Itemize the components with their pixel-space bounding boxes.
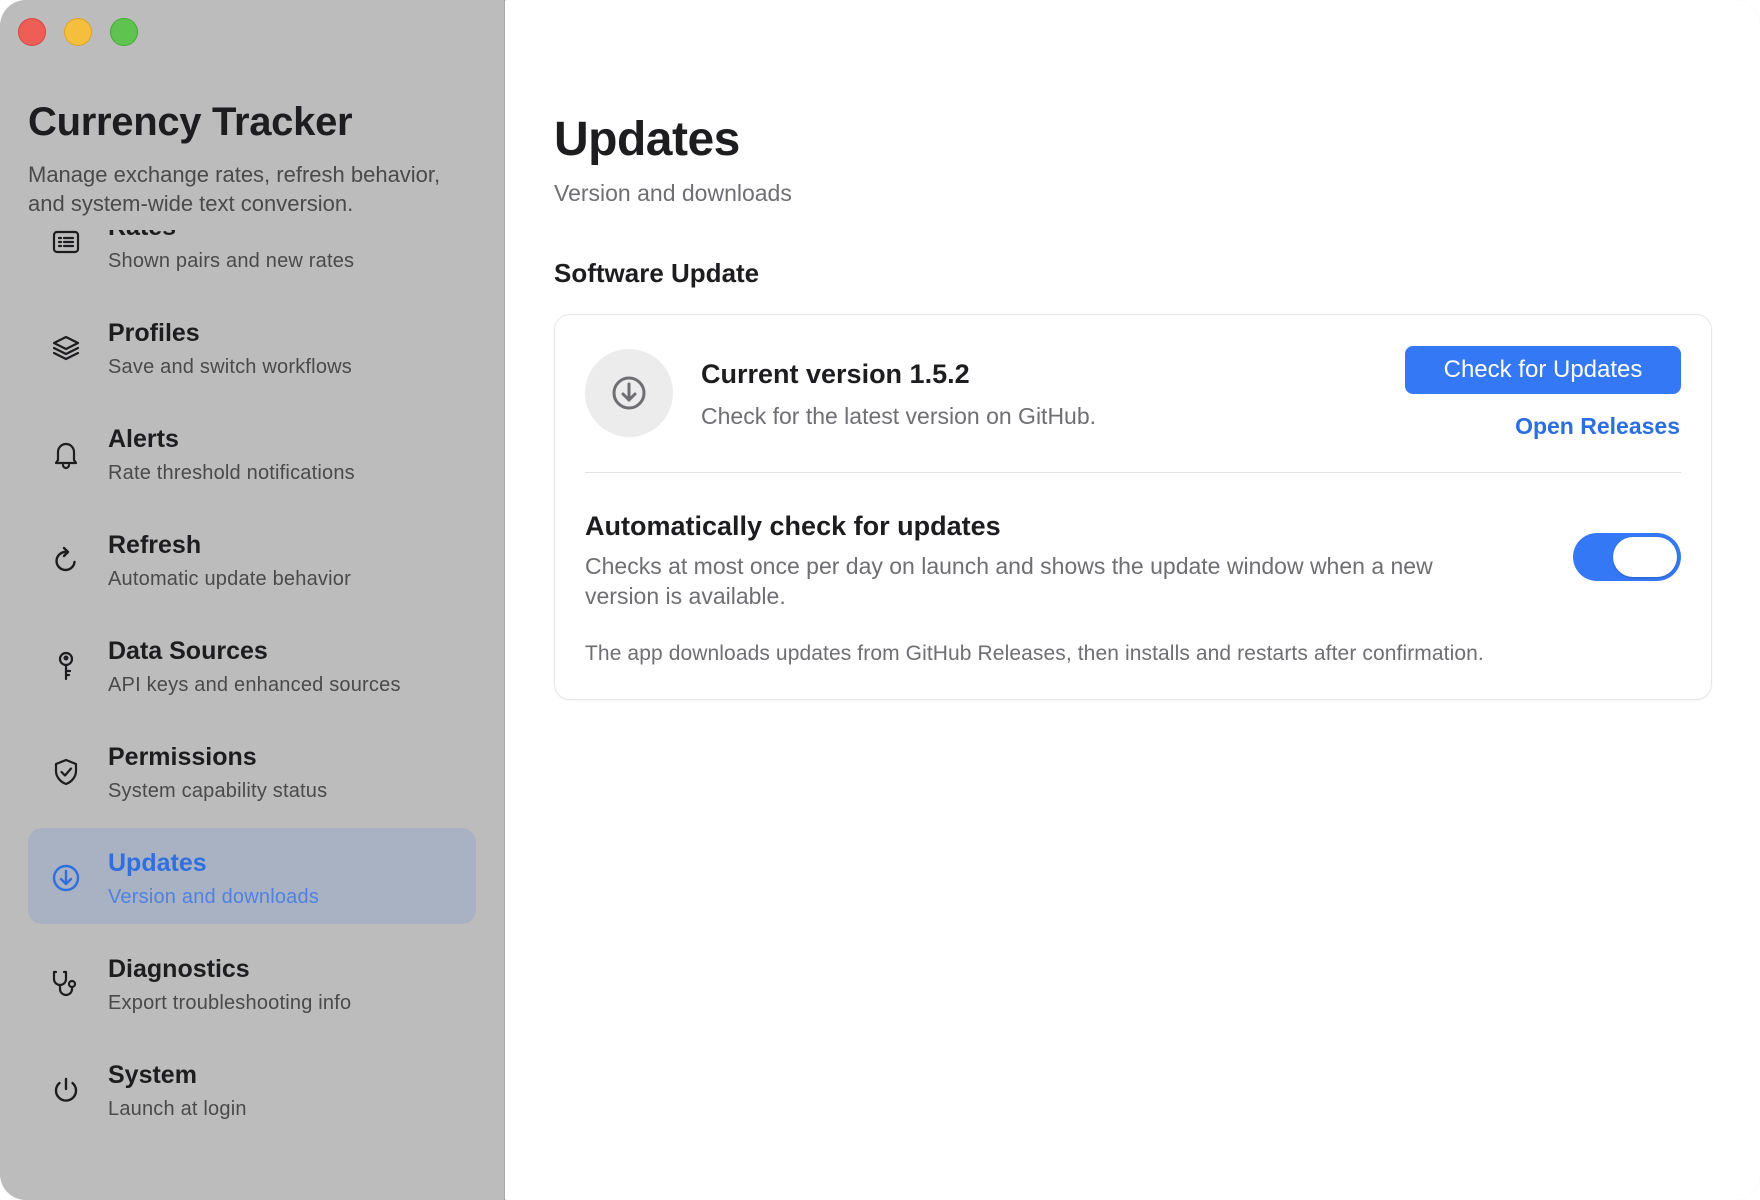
app-title: Currency Tracker xyxy=(28,100,353,144)
shield-check-icon xyxy=(50,756,82,788)
download-circle-icon xyxy=(50,862,82,894)
sidebar-item-title: Alerts xyxy=(108,425,179,453)
sidebar-item-diagnostics[interactable]: Diagnostics Export troubleshooting info xyxy=(28,934,476,1030)
sidebar-item-refresh[interactable]: Refresh Automatic update behavior xyxy=(28,510,476,606)
sidebar-item-title: Permissions xyxy=(108,743,257,771)
auto-check-title: Automatically check for updates xyxy=(585,511,1001,541)
divider xyxy=(585,472,1681,473)
toggle-knob xyxy=(1613,537,1677,577)
sidebar: Currency Tracker Manage exchange rates, … xyxy=(0,0,505,1200)
page-subtitle: Version and downloads xyxy=(554,180,792,206)
sidebar-item-rates[interactable]: Rates Shown pairs and new rates xyxy=(28,230,476,288)
sidebar-item-permissions[interactable]: Permissions System capability status xyxy=(28,722,476,818)
sidebar-item-title: Profiles xyxy=(108,319,200,347)
current-version-description: Check for the latest version on GitHub. xyxy=(701,403,1097,429)
minimize-window-button[interactable] xyxy=(64,18,92,46)
sidebar-item-title: System xyxy=(108,1061,197,1089)
sidebar-item-title: Diagnostics xyxy=(108,955,250,983)
sidebar-item-profiles[interactable]: Profiles Save and switch workflows xyxy=(28,298,476,394)
sidebar-item-data-sources[interactable]: Data Sources API keys and enhanced sourc… xyxy=(28,616,476,712)
sidebar-item-description: Export troubleshooting info xyxy=(108,992,352,1014)
check-for-updates-button[interactable]: Check for Updates xyxy=(1405,346,1681,394)
sidebar-item-description: Version and downloads xyxy=(108,886,320,908)
sidebar-item-alerts[interactable]: Alerts Rate threshold notifications xyxy=(28,404,476,500)
layers-icon xyxy=(50,332,82,364)
sidebar-item-system[interactable]: System Launch at login xyxy=(28,1040,476,1136)
refresh-icon xyxy=(50,544,82,576)
list-icon xyxy=(50,230,82,258)
zoom-window-button[interactable] xyxy=(110,18,138,46)
sidebar-nav[interactable]: Rates Shown pairs and new rates Profiles… xyxy=(28,230,476,1190)
main-content: Updates Version and downloads Software U… xyxy=(506,0,1760,1200)
download-circle-icon xyxy=(585,349,673,437)
sidebar-item-updates[interactable]: Updates Version and downloads xyxy=(28,828,476,924)
app-window: Currency Tracker Manage exchange rates, … xyxy=(0,0,1760,1200)
sidebar-item-description: System capability status xyxy=(108,780,328,802)
software-update-card: Current version 1.5.2 Check for the late… xyxy=(554,314,1712,700)
update-footnote: The app downloads updates from GitHub Re… xyxy=(585,642,1484,665)
auto-check-description: Checks at most once per day on launch an… xyxy=(585,553,1433,609)
section-title: Software Update xyxy=(554,258,760,288)
page-title: Updates xyxy=(554,113,740,166)
sidebar-item-description: Save and switch workflows xyxy=(108,356,352,378)
sidebar-item-title: Rates xyxy=(108,230,176,242)
current-version-title: Current version 1.5.2 xyxy=(701,359,970,389)
sidebar-item-description: Automatic update behavior xyxy=(108,568,351,590)
sidebar-item-description: Shown pairs and new rates xyxy=(108,250,355,272)
open-releases-link[interactable]: Open Releases xyxy=(1515,413,1680,440)
sidebar-item-title: Refresh xyxy=(108,531,202,559)
stethoscope-icon xyxy=(50,968,82,1000)
sidebar-item-description: Launch at login xyxy=(108,1098,247,1120)
sidebar-item-description: API keys and enhanced sources xyxy=(108,674,401,696)
close-window-button[interactable] xyxy=(18,18,46,46)
power-icon xyxy=(50,1074,82,1106)
bell-icon xyxy=(50,438,82,470)
key-icon xyxy=(50,650,82,682)
app-subtitle: Manage exchange rates, refresh behavior,… xyxy=(28,162,441,216)
sidebar-item-title: Updates xyxy=(108,849,207,877)
sidebar-item-title: Data Sources xyxy=(108,637,268,665)
sidebar-item-description: Rate threshold notifications xyxy=(108,462,355,484)
auto-check-toggle[interactable] xyxy=(1573,533,1681,581)
